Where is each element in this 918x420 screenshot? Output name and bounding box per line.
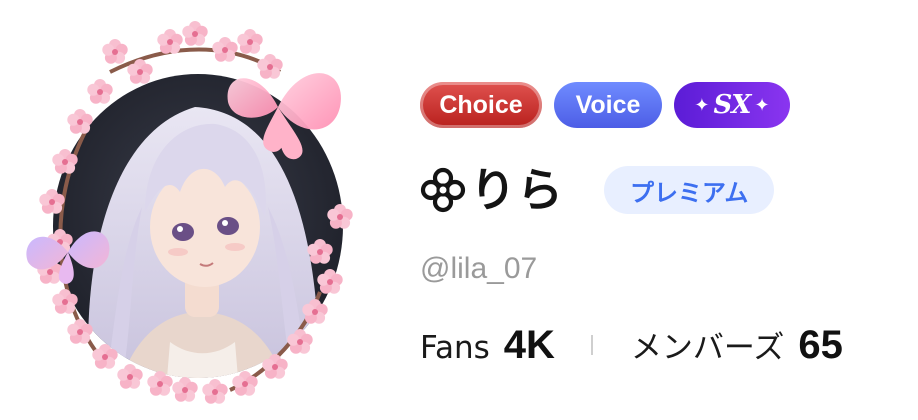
badge-row: Choice Voice ✦ SX ✦: [420, 82, 790, 128]
voice-badge-label: Voice: [575, 90, 641, 119]
sx-badge-label: SX: [713, 90, 752, 120]
sparkle-icon: ✦: [754, 94, 770, 115]
stats-row: Fans 4K メンバーズ 65: [420, 322, 843, 368]
sparkle-icon: ✦: [694, 94, 710, 115]
creator-profile-header: Choice Voice ✦ SX ✦ りら プレミアム @lila_07 Fa…: [0, 0, 918, 420]
choice-badge-label: Choice: [439, 90, 523, 119]
fans-count: 4K: [503, 322, 555, 367]
fans-label: Fans: [420, 329, 490, 366]
premium-badge-label: プレミアム: [630, 178, 749, 207]
members-label: メンバーズ: [630, 330, 785, 366]
flower-icon: [420, 167, 466, 213]
members-stat[interactable]: メンバーズ 65: [631, 322, 843, 368]
stat-divider: [590, 335, 593, 355]
choice-badge[interactable]: Choice: [420, 82, 542, 128]
name-row: りら プレミアム: [420, 158, 775, 222]
members-count: 65: [798, 323, 843, 367]
premium-badge[interactable]: プレミアム: [604, 166, 775, 214]
voice-badge[interactable]: Voice: [554, 82, 662, 128]
sx-badge[interactable]: ✦ SX ✦: [674, 82, 790, 128]
display-name: りら: [470, 163, 564, 217]
avatar[interactable]: [20, 12, 370, 404]
username: @lila_07: [420, 252, 538, 285]
fans-stat[interactable]: Fans 4K: [420, 323, 555, 368]
